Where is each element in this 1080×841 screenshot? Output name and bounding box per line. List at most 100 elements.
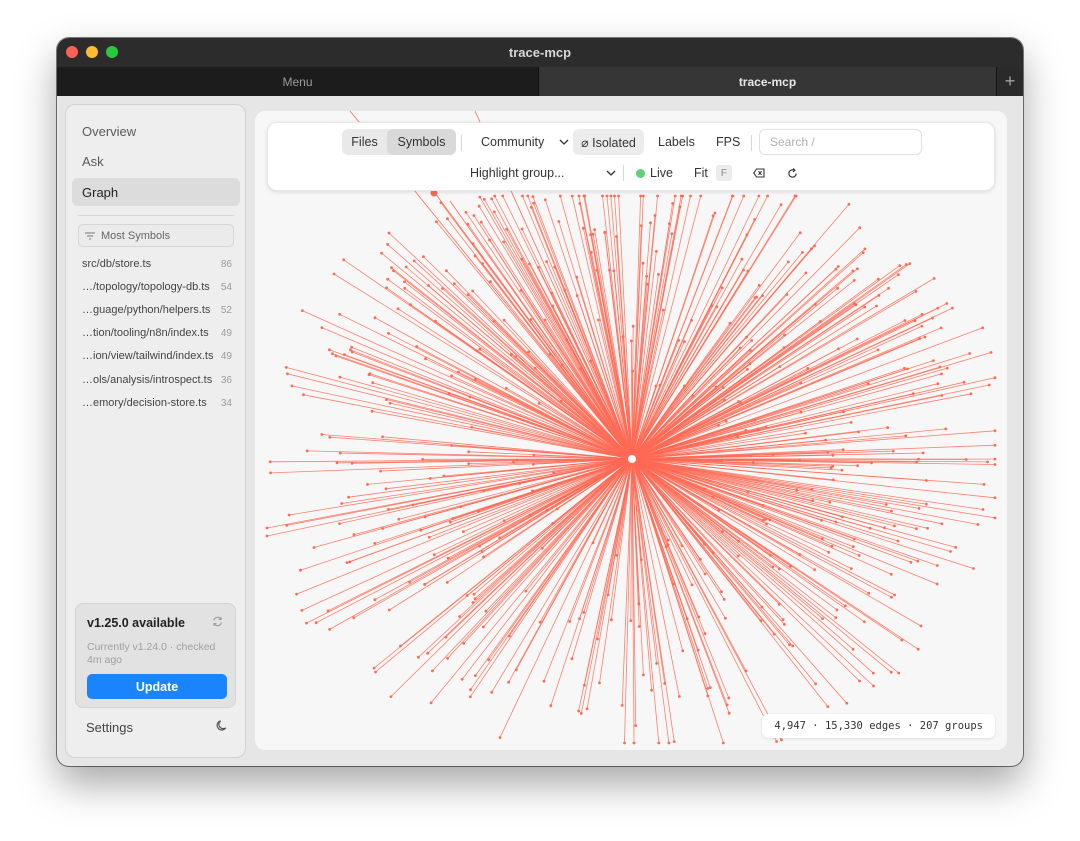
graph-node[interactable] (711, 214, 715, 218)
graph-node[interactable] (903, 319, 907, 322)
graph-node[interactable] (993, 376, 997, 380)
graph-node[interactable] (951, 306, 954, 310)
graph-node[interactable] (434, 319, 437, 323)
isolated-toggle[interactable]: ⌀ Isolated (573, 129, 644, 155)
graph-node[interactable] (813, 244, 816, 248)
graph-node[interactable] (969, 392, 973, 396)
graph-node[interactable] (585, 707, 589, 711)
graph-node[interactable] (777, 567, 781, 571)
graph-node[interactable] (490, 690, 494, 694)
graph-node[interactable] (926, 526, 929, 530)
graph-node[interactable] (843, 604, 847, 608)
graph-node[interactable] (876, 277, 880, 281)
graph-node[interactable] (390, 266, 393, 270)
graph-node[interactable] (670, 232, 674, 236)
file-list-item[interactable]: …tion/tooling/n8n/index.ts 49 (82, 324, 232, 342)
graph-node[interactable] (867, 591, 871, 595)
graph-node[interactable] (871, 671, 875, 675)
graph-node[interactable] (916, 559, 920, 563)
graph-node[interactable] (371, 381, 375, 385)
graph-node[interactable] (917, 457, 920, 461)
graph-node[interactable] (403, 280, 406, 284)
graph-node[interactable] (678, 205, 682, 209)
graph-node[interactable] (368, 372, 372, 376)
graph-node[interactable] (893, 593, 896, 597)
graph-node[interactable] (312, 546, 316, 549)
graph-node[interactable] (269, 471, 272, 475)
graph-node[interactable] (731, 194, 734, 198)
graph-node[interactable] (842, 410, 845, 414)
graph-node[interactable] (424, 357, 427, 361)
graph-node[interactable] (696, 648, 700, 652)
graph-node[interactable] (925, 479, 928, 482)
graph-node[interactable] (889, 670, 893, 674)
graph-node[interactable] (921, 451, 925, 455)
graph-node[interactable] (655, 662, 658, 665)
graph-node[interactable] (654, 250, 658, 253)
graph-node[interactable] (403, 286, 407, 290)
graph-node[interactable] (579, 712, 583, 715)
tab-menu[interactable]: Menu (57, 67, 538, 96)
graph-node[interactable] (755, 295, 758, 299)
file-list-item[interactable]: …ion/view/tailwind/index.ts 49 (82, 347, 232, 365)
graph-node[interactable] (389, 695, 393, 698)
graph-node[interactable] (826, 451, 830, 454)
graph-node[interactable] (578, 202, 582, 205)
graph-node[interactable] (617, 194, 620, 198)
graph-node[interactable] (826, 705, 830, 708)
graph-node[interactable] (863, 247, 867, 251)
graph-node[interactable] (609, 194, 613, 198)
graph-node[interactable] (538, 620, 542, 624)
graph-node[interactable] (837, 347, 840, 351)
graph-node[interactable] (613, 194, 616, 198)
graph-node[interactable] (338, 451, 342, 455)
graph-node[interactable] (724, 420, 728, 423)
graph-node[interactable] (868, 526, 872, 530)
graph-node[interactable] (954, 546, 958, 549)
graph-node[interactable] (632, 741, 636, 745)
graph-node[interactable] (783, 622, 786, 626)
graph-node[interactable] (445, 269, 448, 273)
graph-node[interactable] (945, 302, 949, 305)
graph-node[interactable] (831, 478, 835, 482)
graph-node[interactable] (348, 560, 352, 564)
graph-node[interactable] (751, 461, 755, 465)
graph-node[interactable] (302, 393, 305, 397)
graph-node[interactable] (338, 375, 342, 379)
graph-node[interactable] (814, 682, 817, 686)
graph-node[interactable] (501, 194, 505, 198)
graph-node[interactable] (373, 542, 377, 545)
graph-node[interactable] (884, 503, 888, 506)
graph-node[interactable] (387, 608, 391, 612)
graph-node[interactable] (575, 275, 579, 279)
graph-node[interactable] (813, 568, 816, 572)
graph-node[interactable] (268, 460, 272, 464)
graph-node[interactable] (502, 240, 506, 244)
graph-node[interactable] (473, 597, 477, 600)
graph-node[interactable] (338, 522, 341, 525)
graph-node[interactable] (993, 457, 997, 461)
graph-node[interactable] (301, 309, 304, 312)
graph-node[interactable] (724, 616, 727, 620)
graph-node[interactable] (467, 450, 471, 454)
graph-node[interactable] (811, 499, 815, 502)
graph-node[interactable] (666, 538, 670, 542)
graph-node[interactable] (725, 703, 729, 707)
graph-node[interactable] (482, 625, 485, 629)
graph-node[interactable] (601, 194, 604, 198)
graph-node[interactable] (650, 688, 653, 692)
graph-node[interactable] (332, 272, 336, 276)
graph-node[interactable] (610, 618, 613, 622)
graph-node[interactable] (490, 197, 494, 201)
graph-node[interactable] (781, 618, 785, 622)
graph-node[interactable] (972, 567, 975, 570)
graph-node[interactable] (896, 539, 900, 543)
graph-node[interactable] (477, 204, 481, 208)
graph-node[interactable] (821, 617, 824, 620)
graph-node[interactable] (531, 462, 535, 466)
graph-node[interactable] (387, 331, 390, 335)
graph-node[interactable] (445, 581, 449, 584)
graph-node[interactable] (335, 461, 339, 465)
graph-node[interactable] (331, 352, 334, 356)
graph-node[interactable] (703, 632, 707, 636)
